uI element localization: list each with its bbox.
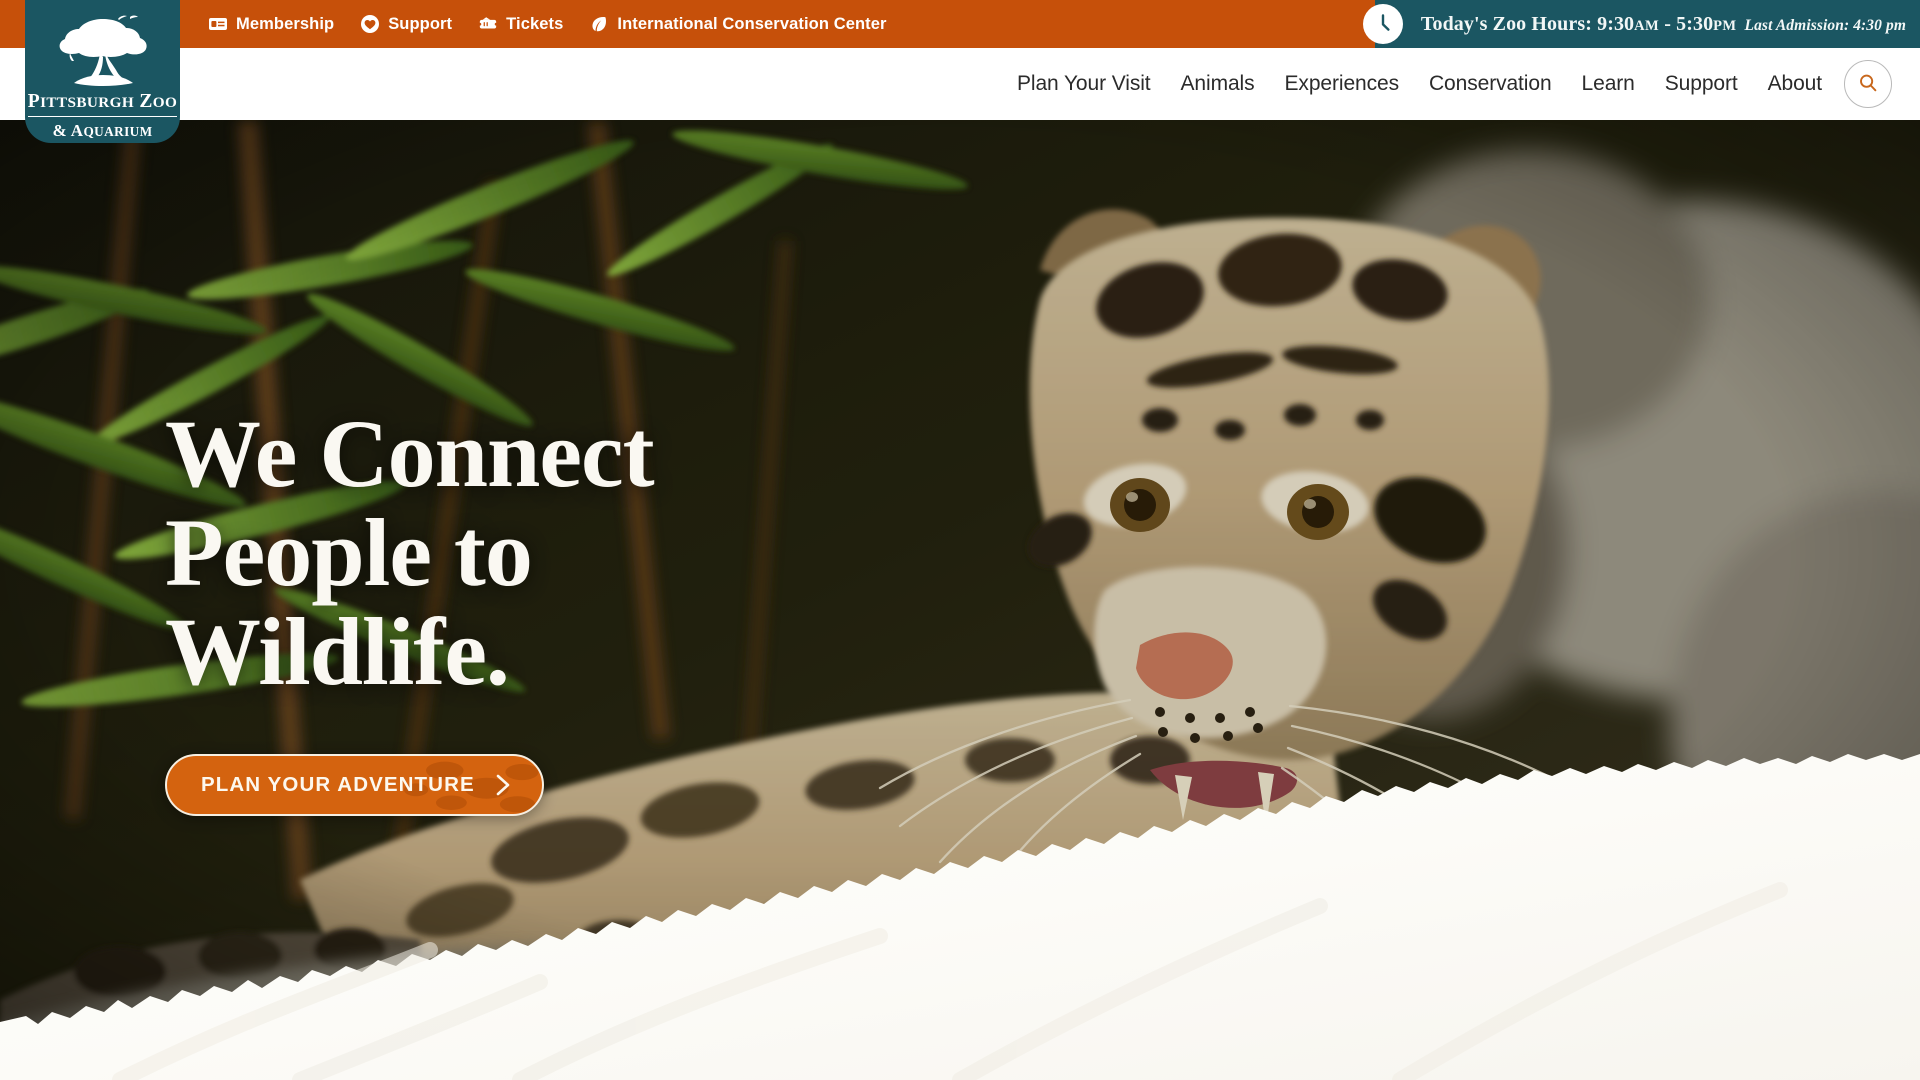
- nav-item-plan-your-visit[interactable]: Plan Your Visit: [1017, 72, 1151, 96]
- hours-label: Today's Zoo Hours:: [1420, 12, 1592, 35]
- top-utility-bar: Membership Support Tickets International…: [0, 0, 1920, 48]
- ticket-icon: [478, 14, 498, 34]
- nav-item-experiences[interactable]: Experiences: [1285, 72, 1400, 96]
- utility-link-tickets[interactable]: Tickets: [478, 14, 563, 34]
- search-button[interactable]: [1844, 60, 1892, 108]
- utility-link-label: Support: [388, 14, 453, 33]
- logo-name: PITTSBURGH ZOO: [27, 92, 178, 117]
- nav-item-support[interactable]: Support: [1665, 72, 1738, 96]
- utility-link-label: Tickets: [506, 14, 564, 33]
- clock-icon: [1362, 4, 1403, 44]
- tree-icon: [48, 13, 158, 91]
- logo-subtitle: & AQUARIUM: [52, 120, 153, 140]
- cta-label: PLAN YOUR ADVENTURE: [201, 772, 475, 796]
- site-logo[interactable]: PITTSBURGH ZOO & AQUARIUM: [25, 0, 180, 143]
- utility-link-label: Membership: [236, 14, 335, 33]
- utility-links: Membership Support Tickets International…: [208, 14, 887, 34]
- hero-title-line-1: We Connect: [165, 400, 655, 507]
- nav-link-list: Plan Your Visit Animals Experiences Cons…: [1017, 72, 1822, 96]
- membership-card-icon: [208, 14, 228, 34]
- utility-link-membership[interactable]: Membership: [208, 14, 334, 34]
- hours-close-meridiem: PM: [1713, 17, 1737, 34]
- last-admission-text: Last Admission: 4:30 pm: [1744, 16, 1906, 34]
- heart-icon: [360, 14, 380, 34]
- utility-link-support[interactable]: Support: [360, 14, 452, 34]
- zoo-hours-text: Today's Zoo Hours: 9:30AM - 5:30PM Last A…: [1421, 13, 1906, 36]
- utility-link-international-conservation-center[interactable]: International Conservation Center: [589, 14, 886, 34]
- hero-title: We Connect People to Wildlife.: [165, 400, 655, 705]
- search-icon: [1857, 72, 1879, 97]
- hours-close: 5:30: [1676, 12, 1714, 35]
- hero-title-line-3: Wildlife.: [165, 597, 510, 705]
- nav-item-conservation[interactable]: Conservation: [1429, 72, 1552, 96]
- chevron-right-icon: [495, 773, 512, 797]
- nav-item-learn[interactable]: Learn: [1582, 72, 1635, 96]
- zoo-hours-banner: Today's Zoo Hours: 9:30AM - 5:30PM Last A…: [1362, 0, 1920, 48]
- hero-title-line-2: People to: [165, 498, 533, 606]
- hours-dash: -: [1664, 12, 1671, 35]
- nav-item-animals[interactable]: Animals: [1181, 72, 1255, 96]
- nav-item-about[interactable]: About: [1768, 72, 1822, 96]
- plan-your-adventure-button[interactable]: PLAN YOUR ADVENTURE: [165, 753, 544, 816]
- hours-open: 9:30: [1597, 12, 1635, 35]
- utility-link-label: International Conservation Center: [617, 14, 887, 33]
- hero-content: We Connect People to Wildlife. PLAN YOUR: [165, 400, 655, 816]
- leaf-icon: [589, 14, 609, 34]
- hours-open-meridiem: AM: [1634, 17, 1660, 34]
- hero-section: We Connect People to Wildlife. PLAN YOUR: [0, 120, 1920, 1080]
- main-navigation: Plan Your Visit Animals Experiences Cons…: [0, 48, 1920, 120]
